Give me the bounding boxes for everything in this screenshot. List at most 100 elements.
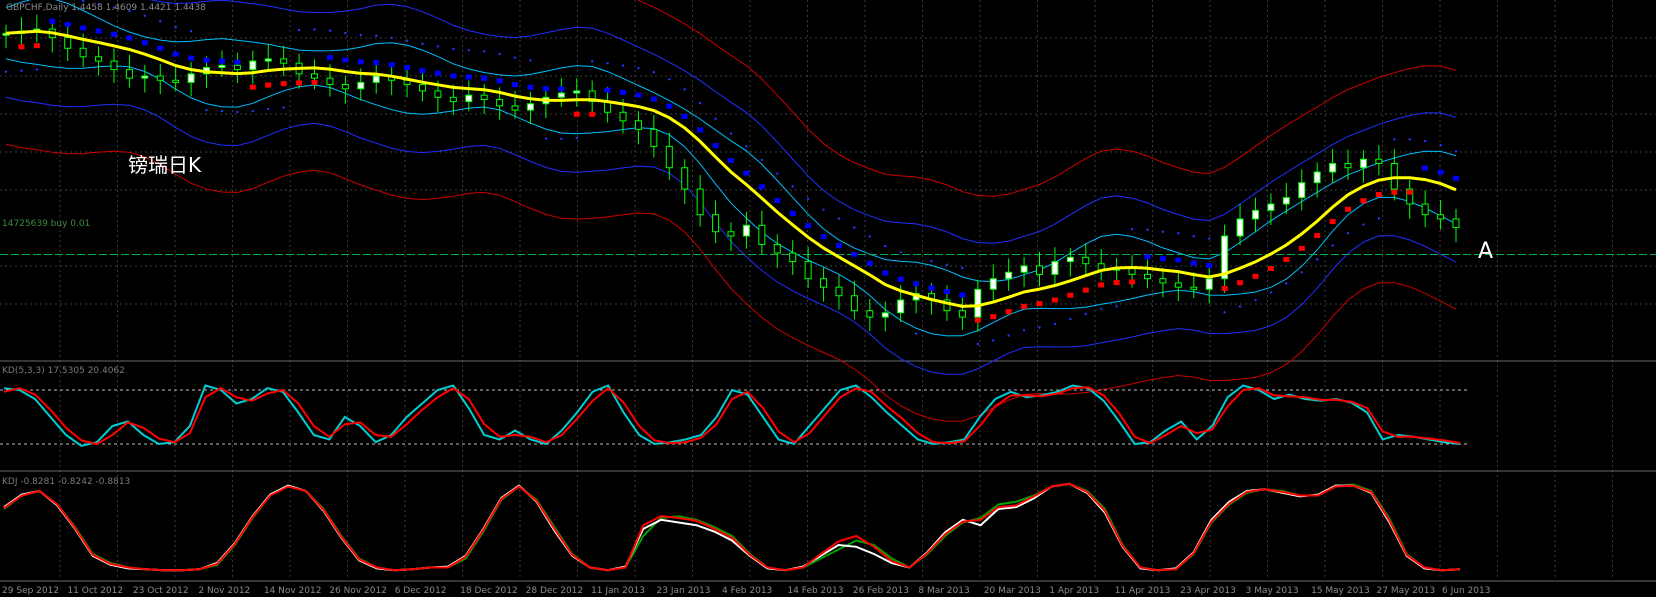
candle-body	[1452, 218, 1460, 228]
trend-block	[388, 62, 395, 68]
candle-body	[79, 47, 87, 58]
trend-block	[1005, 309, 1012, 315]
trend-block	[620, 89, 627, 95]
trend-block	[18, 44, 25, 50]
candle-body	[634, 120, 642, 130]
sar-dot	[359, 33, 362, 37]
x-tick-label: 26 Feb 2013	[853, 586, 909, 596]
x-tick-label: 14 Nov 2012	[264, 586, 322, 596]
trend-block	[1237, 280, 1244, 286]
trend-block	[1283, 257, 1290, 263]
candle-body	[665, 145, 673, 169]
sar-dot	[1208, 237, 1211, 240]
trend-block	[404, 65, 411, 71]
candle-body	[1375, 158, 1383, 164]
sar-dot	[1269, 291, 1273, 294]
candle-body	[1036, 265, 1044, 275]
candle-body	[1421, 203, 1429, 216]
sar-dot	[421, 42, 424, 45]
x-tick-label: 23 Oct 2012	[133, 586, 189, 596]
candle-body	[357, 81, 365, 90]
candle-body	[557, 92, 565, 98]
marker-label-a: A	[1478, 239, 1493, 264]
candle-body	[434, 90, 442, 98]
candle-body	[280, 58, 288, 64]
envelope-line	[5, 58, 1457, 337]
candle-body	[1236, 218, 1244, 237]
candle-body	[1267, 203, 1275, 211]
trend-block	[635, 92, 642, 98]
sar-dot	[1084, 312, 1088, 316]
chart-window: 29 Sep 2012 11 Oct 2012 23 Oct 2012 2 Nov 2…	[0, 0, 1656, 597]
trend-block	[1067, 292, 1074, 298]
sar-dot	[1362, 223, 1365, 226]
trend-block	[280, 81, 287, 87]
trend-block	[1144, 254, 1151, 260]
trend-block	[712, 143, 719, 149]
candle-body	[881, 312, 889, 318]
sar-dot	[498, 52, 501, 56]
trend-block	[1360, 198, 1367, 204]
candle-body	[1251, 209, 1259, 220]
candle-body	[1313, 171, 1321, 184]
trend-block	[851, 251, 858, 257]
trend-block	[866, 260, 873, 266]
symbol-header: GBPCHF,Daily 1.4458 1.4609 1.4421 1.4438	[6, 3, 206, 13]
trend-block	[218, 58, 225, 64]
trend-block	[1221, 285, 1228, 291]
trend-block	[573, 111, 580, 117]
trend-block	[1082, 287, 1089, 293]
x-tick-label: 20 Mar 2013	[984, 586, 1041, 596]
trend-block	[897, 276, 904, 282]
x-tick-label: 18 Dec 2012	[460, 586, 518, 596]
candle-body	[850, 295, 858, 312]
sar-dot	[1285, 282, 1288, 285]
sar-dot	[529, 59, 532, 62]
sar-dot	[236, 110, 239, 114]
candle-body	[95, 56, 103, 62]
trend-block	[558, 86, 565, 92]
x-tick-label: 11 Apr 2013	[1115, 586, 1171, 596]
candle-body	[866, 310, 874, 318]
sar-dot	[791, 185, 794, 188]
sar-dot	[1238, 305, 1242, 308]
sar-dot	[914, 332, 918, 335]
candle-body	[758, 224, 766, 246]
sar-dot	[328, 29, 332, 32]
trend-block	[774, 198, 781, 204]
trend-block	[805, 223, 812, 229]
candle-body	[496, 98, 504, 107]
trend-block	[265, 82, 272, 88]
trend-block	[1298, 245, 1305, 251]
sar-dot	[776, 172, 779, 175]
sar-dot	[698, 101, 702, 105]
sar-dot	[143, 14, 146, 17]
trend-block	[157, 45, 164, 51]
sar-dot	[961, 266, 964, 270]
trend-block	[357, 59, 364, 65]
candle-body	[1282, 197, 1290, 205]
trend-block	[527, 84, 534, 90]
trend-block	[1314, 233, 1321, 239]
trend-block	[943, 289, 950, 295]
trend-block	[1113, 280, 1120, 285]
sar-dot	[1454, 150, 1458, 153]
sar-dot	[1007, 334, 1010, 337]
sar-dot	[1300, 271, 1303, 274]
trend-block	[64, 21, 71, 27]
sar-dot	[1146, 228, 1149, 231]
trend-block	[1051, 297, 1058, 303]
candle-body	[742, 224, 750, 237]
candle-body	[341, 84, 349, 90]
x-tick-label: 14 Feb 2013	[787, 586, 843, 596]
candle-body	[418, 84, 426, 92]
trend-block	[681, 113, 688, 119]
sar-dot	[1069, 318, 1072, 321]
candle-body	[681, 167, 689, 190]
candle-body	[311, 73, 319, 79]
trend-block	[1375, 192, 1382, 198]
sar-dot	[1038, 326, 1041, 329]
sar-dot	[560, 137, 563, 140]
sar-dot	[1423, 140, 1427, 143]
sar-dot	[544, 137, 548, 140]
